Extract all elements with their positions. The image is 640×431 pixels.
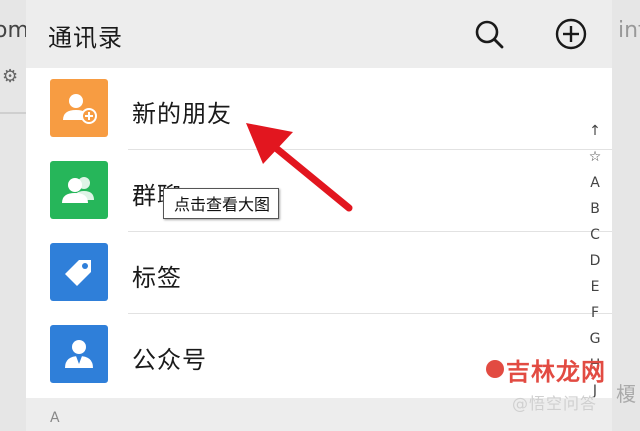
search-icon xyxy=(475,20,504,49)
index-letter[interactable]: D xyxy=(580,248,610,274)
plus-circle-icon xyxy=(555,18,587,50)
list-item-tags[interactable]: 标签 xyxy=(26,232,612,314)
list-item-label: 新的朋友 xyxy=(132,100,232,128)
group-chat-icon xyxy=(62,177,94,203)
section-letter: A xyxy=(50,410,60,426)
watermark-title: 吉林龙网 xyxy=(506,358,606,386)
list-item-label: 公众号 xyxy=(132,346,207,374)
tag-icon xyxy=(65,260,91,286)
index-letter[interactable]: F xyxy=(580,300,610,326)
background-page-left: om ⚙ xyxy=(0,0,26,431)
gear-icon: ⚙ xyxy=(2,66,19,87)
index-star[interactable]: ☆ xyxy=(580,144,610,170)
index-letter[interactable]: A xyxy=(580,170,610,196)
divider xyxy=(0,112,26,114)
list-item-label: 标签 xyxy=(132,264,182,292)
tooltip: 点击查看大图 xyxy=(163,188,280,219)
watermark-subtitle: @悟空问答 xyxy=(512,394,598,413)
avatar xyxy=(50,325,108,383)
search-button[interactable] xyxy=(472,17,506,51)
index-letter[interactable]: B xyxy=(580,196,610,222)
add-friend-icon xyxy=(63,94,97,124)
add-button[interactable] xyxy=(554,17,588,51)
background-text-fragment: om xyxy=(0,18,26,43)
index-letter[interactable]: G xyxy=(580,326,610,352)
watermark: 吉林龙网 @悟空问答 xyxy=(486,352,636,422)
index-up[interactable]: ↑ xyxy=(580,118,610,144)
background-text-fragment: infc xyxy=(618,18,640,43)
watermark-logo-icon xyxy=(486,360,504,378)
avatar xyxy=(50,161,108,219)
avatar xyxy=(50,243,108,301)
index-letter[interactable]: C xyxy=(580,222,610,248)
index-letter[interactable]: E xyxy=(580,274,610,300)
page-title: 通讯录 xyxy=(48,24,123,52)
official-account-icon xyxy=(65,340,93,368)
avatar xyxy=(50,79,108,137)
header-bar: 通讯录 xyxy=(26,0,612,68)
